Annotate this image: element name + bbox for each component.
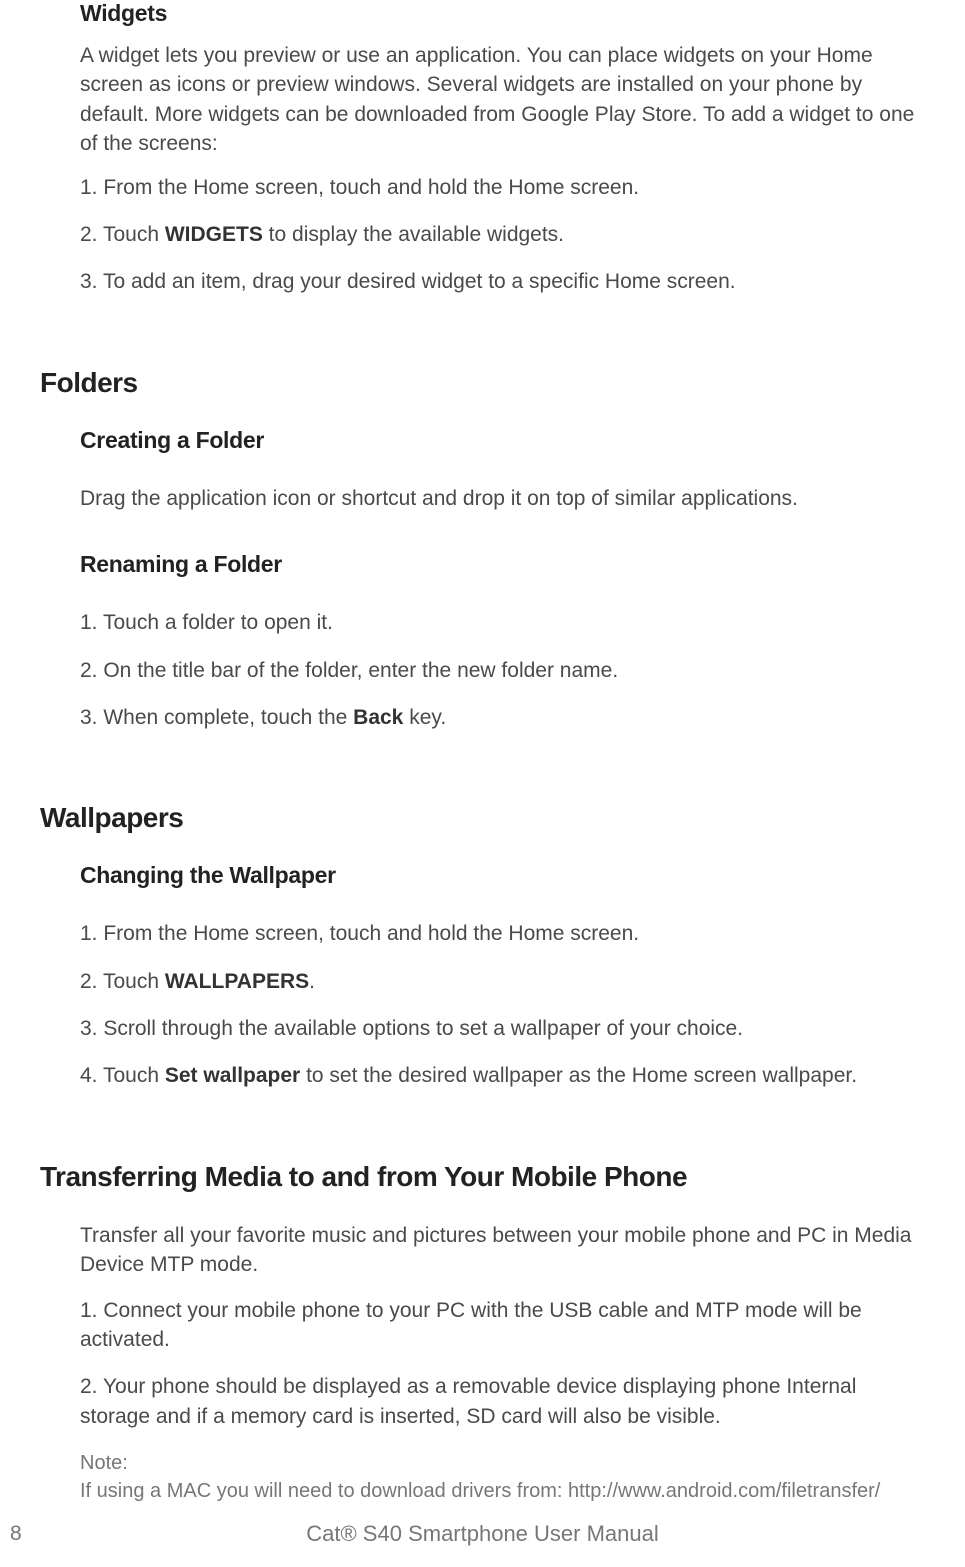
- note-label: Note:: [80, 1449, 925, 1477]
- wallpaper-step4-prefix: 4. Touch: [80, 1064, 165, 1087]
- renaming-step3-prefix: 3. When complete, touch the: [80, 706, 353, 729]
- creating-folder-heading: Creating a Folder: [80, 427, 925, 454]
- creating-folder-text: Drag the application icon or shortcut an…: [80, 484, 925, 513]
- transferring-step2: 2. Your phone should be displayed as a r…: [80, 1372, 925, 1431]
- widgets-step1: 1. From the Home screen, touch and hold …: [80, 173, 925, 202]
- wallpaper-step3: 3. Scroll through the available options …: [80, 1014, 925, 1043]
- renaming-step2: 2. On the title bar of the folder, enter…: [80, 656, 925, 685]
- wallpaper-step2-suffix: .: [309, 970, 315, 993]
- folders-heading: Folders: [40, 367, 925, 399]
- renaming-step3-bold: Back: [353, 706, 403, 729]
- widgets-heading: Widgets: [80, 0, 925, 27]
- wallpaper-step1: 1. From the Home screen, touch and hold …: [80, 919, 925, 948]
- widgets-step3: 3. To add an item, drag your desired wid…: [80, 267, 925, 296]
- renaming-step3-suffix: key.: [403, 706, 446, 729]
- wallpaper-step2-bold: WALLPAPERS: [165, 970, 309, 993]
- renaming-step3: 3. When complete, touch the Back key.: [80, 703, 925, 732]
- renaming-folder-heading: Renaming a Folder: [80, 551, 925, 578]
- page-footer: 8 Cat® S40 Smartphone User Manual: [0, 1521, 965, 1547]
- note-text: If using a MAC you will need to download…: [80, 1477, 925, 1505]
- widgets-step2-suffix: to display the available widgets.: [263, 223, 564, 246]
- widgets-step2: 2. Touch WIDGETS to display the availabl…: [80, 220, 925, 249]
- transferring-step1: 1. Connect your mobile phone to your PC …: [80, 1296, 925, 1355]
- wallpapers-heading: Wallpapers: [40, 802, 925, 834]
- wallpaper-step4-bold: Set wallpaper: [165, 1064, 300, 1087]
- footer-title: Cat® S40 Smartphone User Manual: [0, 1521, 965, 1547]
- wallpaper-step4: 4. Touch Set wallpaper to set the desire…: [80, 1061, 925, 1090]
- wallpaper-step2: 2. Touch WALLPAPERS.: [80, 967, 925, 996]
- page-number: 8: [10, 1522, 22, 1546]
- widgets-step2-bold: WIDGETS: [165, 223, 263, 246]
- transferring-intro: Transfer all your favorite music and pic…: [80, 1221, 925, 1280]
- widgets-step2-prefix: 2. Touch: [80, 223, 165, 246]
- changing-wallpaper-heading: Changing the Wallpaper: [80, 862, 925, 889]
- wallpaper-step4-suffix: to set the desired wallpaper as the Home…: [300, 1064, 857, 1087]
- wallpaper-step2-prefix: 2. Touch: [80, 970, 165, 993]
- renaming-step1: 1. Touch a folder to open it.: [80, 608, 925, 637]
- transferring-heading: Transferring Media to and from Your Mobi…: [40, 1161, 925, 1193]
- widgets-intro: A widget lets you preview or use an appl…: [80, 41, 925, 159]
